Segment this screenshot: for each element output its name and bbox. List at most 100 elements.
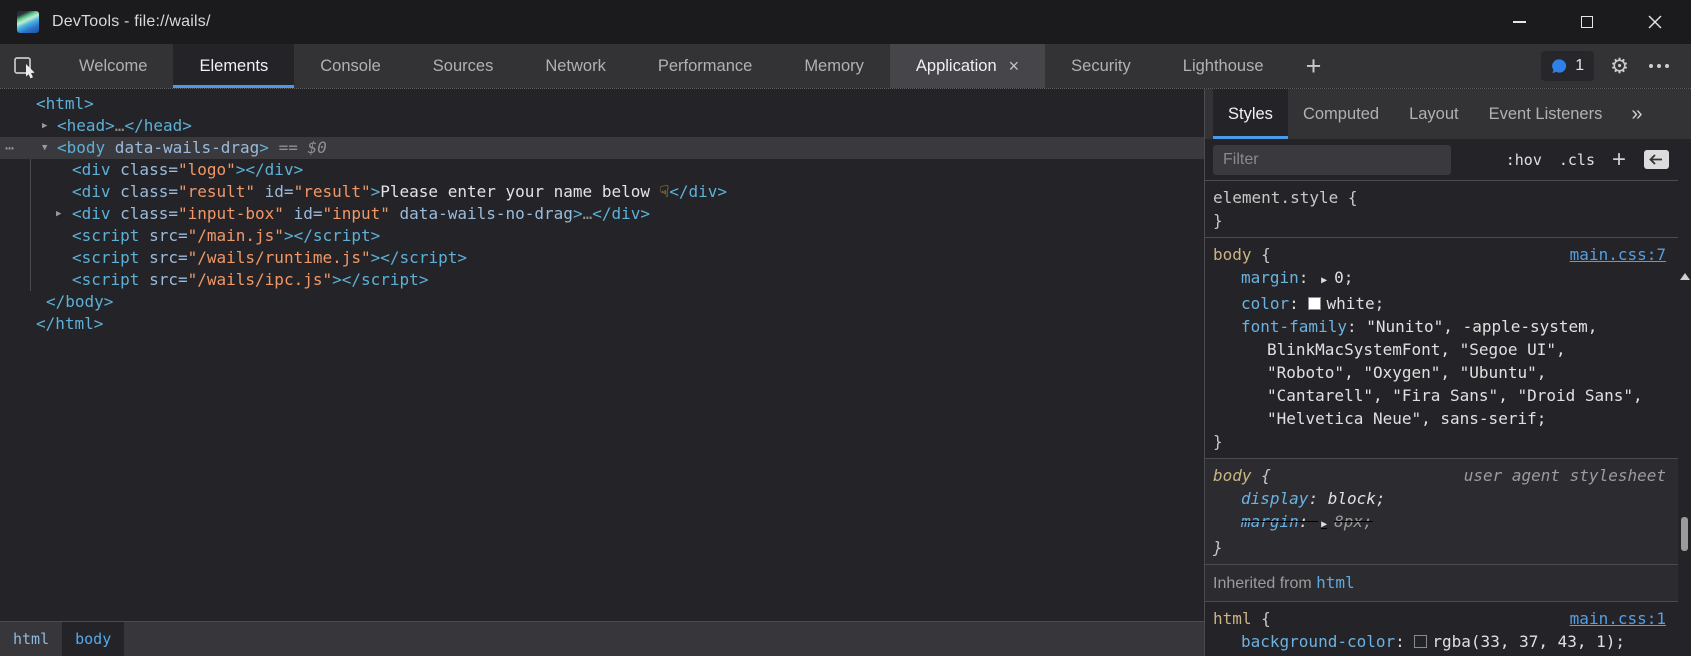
scrollbar-thumb[interactable] xyxy=(1681,517,1688,551)
css-property-line[interactable]: color: white; xyxy=(1205,292,1678,315)
tab-sources[interactable]: Sources xyxy=(407,44,520,88)
property-name[interactable]: margin xyxy=(1241,512,1299,531)
expand-arrow-icon[interactable]: ▶ xyxy=(56,203,61,225)
property-value[interactable]: white xyxy=(1326,294,1374,313)
code-token: src= xyxy=(139,248,187,267)
inherited-node-link[interactable]: html xyxy=(1316,573,1355,592)
property-value[interactable]: rgba(33, 37, 43, 1) xyxy=(1432,632,1615,651)
stylesheet-link[interactable]: main.css:7 xyxy=(1570,243,1666,266)
tab-application[interactable]: Application× xyxy=(890,44,1045,88)
tab-performance[interactable]: Performance xyxy=(632,44,778,88)
inspect-element-button[interactable] xyxy=(13,44,39,88)
tree-row[interactable]: <script src="/wails/runtime.js"></script… xyxy=(0,247,1204,269)
css-property-line[interactable]: background-color: rgba(33, 37, 43, 1); xyxy=(1205,630,1678,653)
tab-welcome[interactable]: Welcome xyxy=(53,44,173,88)
close-icon xyxy=(1648,15,1662,29)
sidebar-tab-layout[interactable]: Layout xyxy=(1394,89,1474,139)
maximize-button[interactable] xyxy=(1565,5,1609,39)
more-options-icon[interactable] xyxy=(1645,64,1673,68)
expand-arrow-icon[interactable]: ▶ xyxy=(42,115,47,137)
sidebar-tab-event-listeners[interactable]: Event Listeners xyxy=(1474,89,1618,139)
tree-row[interactable]: ⋯▼<body data-wails-drag> == $0 xyxy=(0,137,1204,159)
colon: : xyxy=(1289,294,1308,313)
property-value[interactable]: "Nunito", -apple-system, xyxy=(1366,317,1597,336)
toggle-sidebar-button[interactable] xyxy=(1643,149,1670,170)
code-token: src= xyxy=(139,270,187,289)
spacer xyxy=(1271,607,1570,630)
code-token: "logo" xyxy=(178,160,236,179)
overflow-tabs-chevron[interactable]: » xyxy=(1631,89,1652,139)
property-name[interactable]: margin xyxy=(1241,268,1299,287)
stylesheet-link[interactable]: main.css:1 xyxy=(1570,607,1666,630)
inherited-from-text: Inherited from xyxy=(1213,575,1316,592)
sidebar-tab-computed[interactable]: Computed xyxy=(1288,89,1394,139)
expand-longhand-icon[interactable]: ▶ xyxy=(1321,519,1327,530)
tree-row[interactable]: </html> xyxy=(0,313,1204,335)
breadcrumb-item-html[interactable]: html xyxy=(0,622,62,656)
tree-row[interactable]: <script src="/wails/ipc.js"></script> xyxy=(0,269,1204,291)
sidebar-tab-styles[interactable]: Styles xyxy=(1213,89,1288,139)
color-swatch[interactable] xyxy=(1308,297,1321,310)
tab-security[interactable]: Security xyxy=(1045,44,1157,88)
element-class-toggle[interactable]: .cls xyxy=(1559,151,1595,169)
property-value[interactable]: 8px xyxy=(1334,512,1363,531)
css-property-line[interactable]: display: block; xyxy=(1205,487,1678,510)
panel-tabs: WelcomeElementsConsoleSourcesNetworkPerf… xyxy=(53,44,1290,88)
rule-selector[interactable]: html xyxy=(1213,607,1252,630)
tree-row[interactable]: <script src="/main.js"></script> xyxy=(0,225,1204,247)
devtools-content: <html>▶<head>…</head>⋯▼<body data-wails-… xyxy=(0,88,1691,656)
tree-row[interactable]: <div class="result" id="result">Please e… xyxy=(0,181,1204,203)
code-token: </script> xyxy=(294,226,381,245)
expand-longhand-icon[interactable]: ▶ xyxy=(1321,275,1327,286)
sidebar-tab-label: Computed xyxy=(1303,105,1379,124)
settings-gear-icon[interactable]: ⚙ xyxy=(1610,56,1629,77)
tab-network[interactable]: Network xyxy=(519,44,632,88)
property-name[interactable]: background-color xyxy=(1241,632,1395,651)
code-token: == $0 xyxy=(269,138,327,157)
tab-lighthouse[interactable]: Lighthouse xyxy=(1157,44,1290,88)
rule-selector[interactable]: body xyxy=(1213,464,1252,487)
tab-memory[interactable]: Memory xyxy=(778,44,890,88)
breadcrumb-item-body[interactable]: body xyxy=(62,622,124,656)
css-property-line[interactable]: margin: ▶8px; xyxy=(1205,510,1678,536)
issues-counter-button[interactable]: 1 xyxy=(1541,51,1594,81)
property-name[interactable]: color xyxy=(1241,294,1289,313)
styles-filter-input[interactable] xyxy=(1213,145,1451,175)
property-value[interactable]: block xyxy=(1328,489,1376,508)
new-style-rule-button[interactable]: + xyxy=(1612,148,1626,172)
styles-scrollbar[interactable] xyxy=(1680,273,1689,656)
scrollbar-up-arrow-icon[interactable] xyxy=(1680,273,1690,280)
styles-toolbar: :hov .cls + xyxy=(1205,139,1678,181)
pseudo-state-toggle[interactable]: :hov xyxy=(1506,151,1542,169)
tree-row[interactable]: ▶<div class="input-box" id="input" data-… xyxy=(0,203,1204,225)
property-name[interactable]: font-family xyxy=(1241,317,1347,336)
tab-close-icon[interactable]: × xyxy=(1009,57,1020,75)
tree-row[interactable]: <html> xyxy=(0,93,1204,115)
rule-selector[interactable]: body xyxy=(1213,243,1252,266)
tree-row[interactable]: <div class="logo"></div> xyxy=(0,159,1204,181)
css-property-line[interactable]: margin: ▶0; xyxy=(1205,266,1678,292)
property-name[interactable]: display xyxy=(1241,489,1308,508)
code-token: … xyxy=(115,116,125,135)
color-swatch[interactable] xyxy=(1414,635,1427,648)
rule-header: html {main.css:1 xyxy=(1205,607,1678,630)
code-token: <script xyxy=(72,226,139,245)
property-value[interactable]: 0 xyxy=(1334,268,1344,287)
tree-row[interactable]: </body> xyxy=(0,291,1204,313)
tree-row[interactable]: ▶<head>…</head> xyxy=(0,115,1204,137)
rule-selector[interactable]: element.style xyxy=(1213,186,1338,209)
tab-elements[interactable]: Elements xyxy=(173,44,294,88)
colon: : xyxy=(1347,317,1366,336)
minimize-button[interactable] xyxy=(1497,5,1541,39)
open-brace: { xyxy=(1338,186,1357,209)
node-menu-icon[interactable]: ⋯ xyxy=(5,137,14,159)
issues-bubble-icon xyxy=(1551,58,1568,75)
collapse-arrow-icon[interactable]: ▼ xyxy=(42,137,47,159)
code-token: src= xyxy=(139,226,187,245)
more-tabs-button[interactable]: + xyxy=(1290,44,1338,88)
property-value-wrap: "Roboto", "Oxygen", "Ubuntu", xyxy=(1205,361,1678,384)
code-token: > xyxy=(573,204,583,223)
css-property-line[interactable]: font-family: "Nunito", -apple-system, xyxy=(1205,315,1678,338)
tab-console[interactable]: Console xyxy=(294,44,407,88)
close-button[interactable] xyxy=(1633,5,1677,39)
